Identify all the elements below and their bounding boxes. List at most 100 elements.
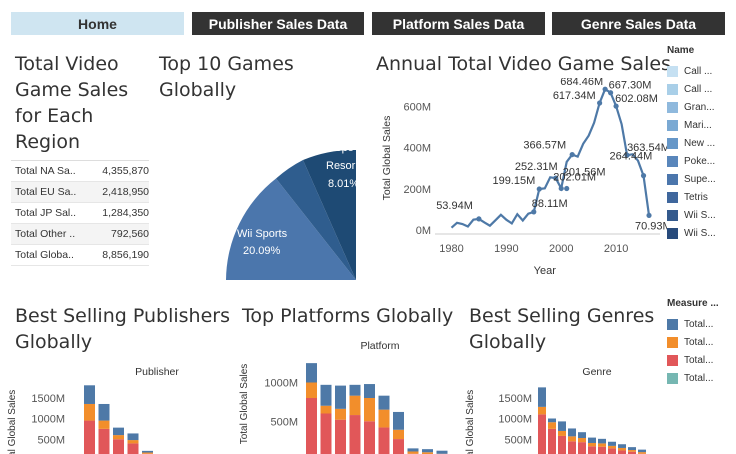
data-label: 70.93M: [635, 220, 667, 232]
data-label: 617.34M: [553, 90, 596, 102]
bar-segment: [98, 428, 110, 454]
bar-segment: [407, 448, 419, 452]
y-tick-label: 1500M: [498, 393, 532, 405]
data-point: [558, 185, 564, 192]
legend-item[interactable]: Wii S...: [667, 206, 716, 224]
publishers-title-line-2: Globally: [15, 331, 93, 353]
bar-segment: [335, 385, 346, 409]
table-row[interactable]: Total JP Sal.. 1,284,350: [11, 203, 149, 224]
legend-label: Call ...: [684, 65, 713, 77]
bar-segment: [127, 440, 139, 444]
bar-segment: [608, 445, 616, 449]
bar-segment: [608, 441, 616, 446]
legend-title: Measure ...: [667, 298, 719, 309]
bar-segment: [393, 439, 404, 454]
bar-segment: [628, 450, 636, 452]
table-row[interactable]: Total NA Sa.. 4,355,870: [11, 161, 149, 182]
legend-item[interactable]: Total...: [667, 351, 719, 369]
legend-swatch: [667, 336, 678, 348]
tab-genre-sales[interactable]: Genre Sales Data: [552, 12, 725, 35]
bar-segment: [349, 395, 361, 416]
bar-segment: [364, 398, 375, 422]
x-tick-label: 2000: [549, 243, 573, 255]
genres-bar-chart[interactable]: Genre Total Global Sales 500M 1000M 1500M: [455, 360, 665, 454]
bar-segment: [588, 437, 596, 443]
annual-sales-line-chart[interactable]: 0M 200M 400M 600M 1980 1990 2000 2010 Year Total …: [375, 78, 667, 288]
row-value: 2,418,950: [102, 186, 149, 198]
data-point: [564, 185, 570, 192]
bar-segment: [568, 428, 576, 437]
legend-item[interactable]: New ...: [667, 134, 716, 152]
bar-segment: [84, 385, 95, 404]
data-point: [602, 86, 608, 92]
data-label: 366.57M: [523, 140, 566, 152]
region-title-line-2: Game Sales: [15, 79, 129, 101]
legend-swatch: [667, 209, 678, 221]
legend-item[interactable]: Supe...: [667, 170, 716, 188]
bar-segment: [349, 384, 361, 396]
top10-pie-chart[interactable]: Wii Sports 20.09% Wii Spo Resor 8.01%: [160, 100, 356, 284]
legend-item[interactable]: Call ...: [667, 62, 716, 80]
legend-swatch: [667, 119, 678, 131]
bar-segment: [578, 442, 586, 454]
data-label: 53.94M: [436, 200, 473, 212]
data-label: 264.44M: [610, 151, 653, 163]
table-row[interactable]: Total Other .. 792,560: [11, 224, 149, 245]
platforms-bar-chart[interactable]: Platform Total Global Sales 500M 1000M: [228, 334, 453, 454]
data-label: 602.08M: [615, 93, 658, 105]
bar-segment: [578, 438, 586, 443]
legend-item[interactable]: Poke...: [667, 152, 716, 170]
pie-label-resort: Wii Spo: [316, 142, 354, 154]
bar-segment: [568, 441, 576, 454]
bar-segment: [628, 447, 636, 451]
legend-label: Total...: [684, 336, 714, 348]
bar-segment: [436, 450, 448, 454]
legend-label: Total...: [684, 372, 714, 384]
y-tick-label: 500M: [270, 416, 298, 428]
legend-item[interactable]: Wii S...: [667, 224, 716, 242]
bar-segment: [598, 443, 606, 447]
pie-label-wii-sports-percent: 20.09%: [243, 245, 281, 257]
legend-swatch: [667, 318, 678, 330]
legend-item[interactable]: Total...: [667, 369, 719, 387]
bar-segment: [558, 430, 566, 436]
legend-swatch: [667, 191, 678, 203]
data-label: 88.11M: [532, 198, 568, 210]
legend-item[interactable]: Total...: [667, 333, 719, 351]
legend-swatch: [667, 155, 678, 167]
legend-item[interactable]: Call ...: [667, 80, 716, 98]
bar-segment: [608, 448, 616, 454]
annual-title: Annual Total Video Game Sales: [376, 53, 671, 75]
data-label: 667.30M: [609, 80, 652, 92]
x-axis-title: Year: [534, 265, 557, 277]
pie-label-wii-sports: Wii Sports: [237, 228, 288, 240]
bar-segment: [598, 438, 606, 444]
row-value: 4,355,870: [102, 165, 149, 177]
bar-segment: [349, 415, 361, 454]
tab-home[interactable]: Home: [11, 12, 184, 35]
legend-label: Wii S...: [684, 227, 716, 239]
chart-header: Genre: [582, 366, 611, 378]
legend-item[interactable]: Gran...: [667, 98, 716, 116]
row-label: Total NA Sa..: [15, 165, 76, 177]
bar-segment: [320, 405, 332, 414]
row-value: 792,560: [111, 228, 149, 240]
table-row[interactable]: Total Globa.. 8,856,190: [11, 245, 149, 266]
bar-segment: [127, 443, 139, 454]
table-row[interactable]: Total EU Sa.. 2,418,950: [11, 182, 149, 203]
bar-segment: [320, 413, 332, 454]
tab-publisher-sales[interactable]: Publisher Sales Data: [192, 12, 364, 35]
bar-segment: [142, 450, 153, 453]
legend-label: Supe...: [684, 173, 716, 185]
bar-segment: [98, 420, 110, 429]
bar-segment: [335, 419, 346, 454]
publishers-bar-chart[interactable]: Publisher Total Global Sales 500M 1000M 1500…: [0, 360, 225, 454]
legend-item[interactable]: Total...: [667, 315, 719, 333]
tab-platform-sales[interactable]: Platform Sales Data: [372, 12, 545, 35]
data-point: [476, 216, 482, 222]
bar-segment: [378, 427, 390, 454]
region-title-line-1: Total Video: [15, 53, 119, 75]
legend-item[interactable]: Mari...: [667, 116, 716, 134]
data-point: [640, 173, 647, 179]
legend-item[interactable]: Tetris: [667, 188, 716, 206]
